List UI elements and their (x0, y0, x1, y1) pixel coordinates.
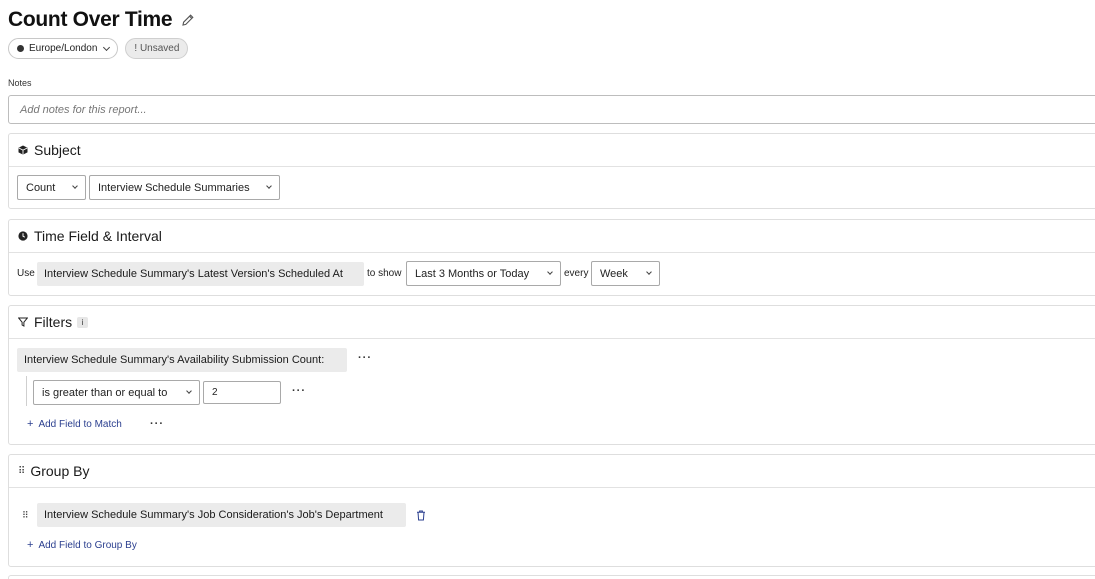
add-field-to-group-by-label: Add Field to Group By (38, 539, 137, 551)
trash-icon[interactable] (416, 510, 426, 521)
add-field-to-match-link[interactable]: + Add Field to Match (27, 418, 122, 430)
filter-value-input[interactable]: 2 (203, 381, 281, 404)
filters-title: Filters (34, 314, 73, 330)
chevron-down-icon (103, 43, 111, 51)
group-by-section: ⠿ Group By ⠿ Interview Schedule Summary'… (8, 454, 1095, 567)
next-section-edge (8, 575, 1095, 579)
filters-section: Filters i Interview Schedule Summary's A… (8, 305, 1095, 445)
add-field-to-match-label: Add Field to Match (38, 418, 122, 430)
filter-icon (18, 317, 28, 327)
pencil-icon[interactable] (181, 13, 195, 27)
plus-icon: + (27, 418, 34, 430)
chevron-down-icon (547, 269, 553, 275)
subject-section: Subject Count Interview Schedule Summari… (8, 133, 1095, 209)
range-value: Last 3 Months or Today (415, 267, 530, 280)
clock-icon (18, 231, 28, 241)
unsaved-badge: ! Unsaved (125, 38, 189, 59)
interval-select[interactable]: Week (591, 261, 660, 286)
time-title: Time Field & Interval (34, 228, 162, 244)
title-row: Count Over Time (8, 6, 195, 34)
operator-value: is greater than or equal to (42, 386, 168, 399)
time-field-pill[interactable]: Interview Schedule Summary's Latest Vers… (37, 262, 364, 286)
subject-header: Subject (9, 134, 1095, 167)
tree-connector (26, 376, 27, 406)
operator-select[interactable]: is greater than or equal to (33, 380, 200, 405)
chevron-down-icon (646, 269, 652, 275)
globe-icon (17, 45, 24, 52)
source-select[interactable]: Interview Schedule Summaries (89, 175, 280, 200)
subject-title: Subject (34, 142, 81, 158)
drag-handle-icon[interactable]: ⠿ (18, 466, 25, 477)
info-icon[interactable]: i (77, 316, 89, 328)
group-by-header: ⠿ Group By (9, 455, 1095, 488)
notes-label: Notes (8, 78, 32, 88)
every-label: every (564, 268, 589, 279)
time-header: Time Field & Interval (9, 220, 1095, 253)
page-title: Count Over Time (8, 8, 173, 31)
chevron-down-icon (266, 183, 272, 189)
timezone-dropdown[interactable]: Europe/London (8, 38, 119, 59)
time-section: Time Field & Interval Use Interview Sche… (8, 219, 1095, 296)
cube-icon (18, 145, 28, 155)
add-field-more-button[interactable]: ··· (150, 418, 164, 430)
timezone-label: Europe/London (29, 43, 98, 54)
source-value: Interview Schedule Summaries (98, 181, 250, 194)
interval-value: Week (600, 267, 628, 280)
plus-icon: + (27, 539, 34, 551)
add-field-to-group-by-link[interactable]: + Add Field to Group By (27, 539, 137, 551)
aggregate-value: Count (26, 181, 56, 194)
chevron-down-icon (186, 388, 192, 394)
to-show-label: to show (367, 268, 402, 279)
notes-input[interactable]: Add notes for this report... (8, 95, 1095, 124)
use-label: Use (17, 268, 35, 279)
filter-field-pill[interactable]: Interview Schedule Summary's Availabilit… (17, 348, 347, 372)
group-by-field-pill[interactable]: Interview Schedule Summary's Job Conside… (37, 503, 406, 527)
range-select[interactable]: Last 3 Months or Today (406, 261, 561, 286)
filters-header: Filters i (9, 306, 1095, 339)
aggregate-select[interactable]: Count (17, 175, 86, 200)
filter-field-more-button[interactable]: ··· (358, 352, 372, 364)
group-by-title: Group By (30, 463, 90, 479)
chevron-down-icon (72, 183, 78, 189)
condition-more-button[interactable]: ··· (292, 385, 306, 397)
drag-handle-icon[interactable]: ⠿ (22, 510, 29, 521)
header-chips: Europe/London ! Unsaved (8, 38, 189, 59)
